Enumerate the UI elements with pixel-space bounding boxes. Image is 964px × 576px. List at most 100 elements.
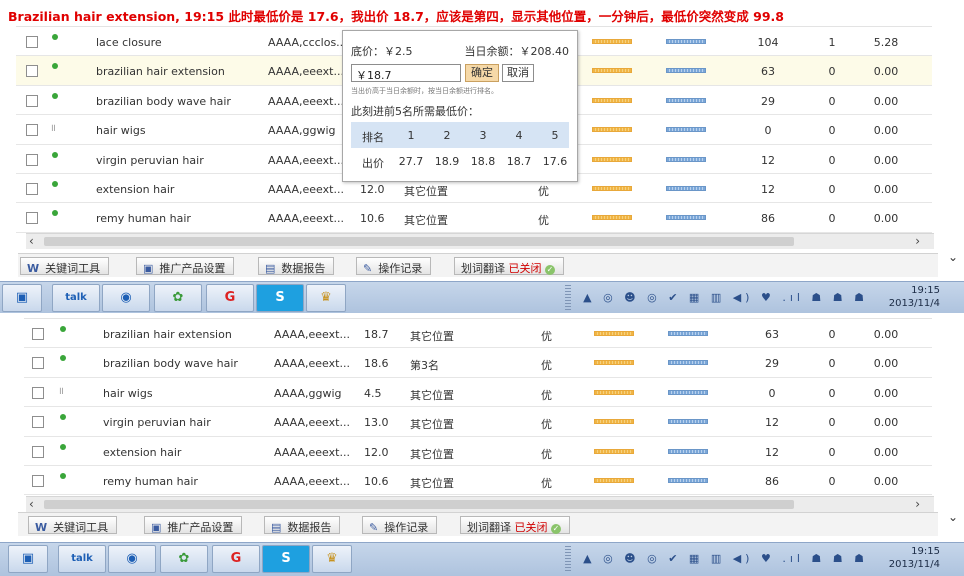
app-icon[interactable]: ▣ <box>8 545 48 573</box>
data-report-button[interactable]: ▤ 数据报告 <box>264 516 341 534</box>
data-report-label: 数据报告 <box>287 521 332 534</box>
qq-group-icon[interactable]: ✿ <box>160 545 208 573</box>
relevance-bar <box>594 419 634 425</box>
status-dot-icon[interactable] <box>60 414 66 421</box>
keyword: brazilian hair extension <box>96 65 225 79</box>
row-checkbox[interactable] <box>26 212 38 225</box>
impressions-value: 12 <box>765 416 779 430</box>
status-dot-icon[interactable] <box>52 151 58 158</box>
table-row[interactable]: remy human hair AAAA,eeext... 10.6 其它位置 优 86 0… <box>16 203 932 233</box>
scroll-left-icon[interactable]: ‹ <box>29 497 34 511</box>
impressions-value: 29 <box>761 94 775 108</box>
status-dot-icon[interactable] <box>52 63 58 70</box>
status-dot-icon[interactable] <box>60 326 66 332</box>
bid-value[interactable]: 12.0 <box>360 183 385 196</box>
paused-icon[interactable]: ॥ <box>58 383 65 397</box>
row-checkbox[interactable] <box>32 357 44 370</box>
rank-position: 其它位置 <box>404 214 448 228</box>
horizontal-scrollbar[interactable]: ‹ › <box>26 233 934 249</box>
status-dot-icon[interactable] <box>52 92 58 99</box>
messenger-icon[interactable]: ◉ <box>108 545 156 573</box>
bid-input[interactable]: ￥18.7 <box>351 64 461 82</box>
table-row[interactable]: ॥ hair wigs AAAA,ggwig 4.5 其它位置 优 0 0 0.00 <box>24 378 932 408</box>
row-checkbox[interactable] <box>32 445 44 458</box>
skype-icon[interactable]: S <box>262 545 310 573</box>
system-tray[interactable]: ▲ ◎ ☻ ◎ ✔ ▦ ▥ ◀) ♥ .ıl ☗ ☗ ☗ <box>583 291 868 304</box>
table-row[interactable]: brazilian hair extension AAAA,eeext... 18.… <box>24 319 932 349</box>
taskbar-grip[interactable] <box>565 546 571 572</box>
bid-value[interactable]: 4.5 <box>364 387 382 400</box>
confirm-button[interactable]: 确定 <box>465 64 499 82</box>
translate-toggle[interactable]: 划词翻译 已关闭 ✓ <box>454 257 564 275</box>
bottom-panel: brazilian hair extension AAAA,eeext... 18.… <box>0 314 964 576</box>
cost-value: 0.00 <box>873 182 899 196</box>
status-dot-icon[interactable] <box>60 355 66 362</box>
translate-state: 已关闭 <box>508 262 542 275</box>
relevance-bar <box>592 39 632 44</box>
row-checkbox[interactable] <box>32 474 44 487</box>
operation-log-button[interactable]: ✎ 操作记录 <box>356 257 432 275</box>
clock[interactable]: 19:15 2013/11/4 <box>889 545 940 571</box>
status-dot-icon[interactable] <box>52 210 58 217</box>
buddha-icon[interactable]: ♛ <box>306 284 346 312</box>
ad-group: AAAA,eeext... <box>268 212 344 226</box>
row-checkbox[interactable] <box>26 153 38 166</box>
row-checkbox[interactable] <box>26 94 38 107</box>
cost-value: 0.00 <box>873 474 899 488</box>
bid-value[interactable]: 12.0 <box>364 446 389 459</box>
chevron-down-icon[interactable]: ⌄ <box>948 510 958 524</box>
translate-toggle[interactable]: 划词翻译 已关闭 ✓ <box>460 516 570 534</box>
table-row[interactable]: extension hair AAAA,eeext... 12.0 其它位置 优 12 0 0… <box>24 437 932 466</box>
scroll-left-icon[interactable]: ‹ <box>29 234 34 248</box>
product-settings-button[interactable]: ▣ 推广产品设置 <box>144 516 243 534</box>
qq-group-icon[interactable]: ✿ <box>154 284 202 312</box>
bid-value[interactable]: 10.6 <box>360 212 385 225</box>
chevron-down-icon[interactable]: ⌄ <box>948 250 958 264</box>
clicks-value: 0 <box>828 445 836 459</box>
skype-icon[interactable]: S <box>256 284 304 312</box>
cancel-button[interactable]: 取消 <box>502 64 534 82</box>
bid-value[interactable]: 18.6 <box>364 357 389 370</box>
product-settings-button[interactable]: ▣ 推广产品设置 <box>136 257 235 275</box>
red-g-icon[interactable]: G <box>206 284 254 312</box>
messenger-icon[interactable]: ◉ <box>102 284 150 312</box>
operation-log-button[interactable]: ✎ 操作记录 <box>362 516 438 534</box>
bid-value[interactable]: 18.7 <box>364 328 389 341</box>
status-dot-icon[interactable] <box>60 443 66 450</box>
clock[interactable]: 19:15 2013/11/4 <box>889 284 940 310</box>
taskbar-grip[interactable] <box>565 285 571 311</box>
bid-value[interactable]: 10.6 <box>364 475 389 488</box>
scroll-thumb[interactable] <box>44 237 794 246</box>
keyword-tool-button[interactable]: W 关键词工具 <box>28 516 118 534</box>
scroll-right-icon[interactable]: › <box>915 497 920 511</box>
keyword-tool-label: 关键词工具 <box>53 521 109 534</box>
scroll-thumb[interactable] <box>44 500 794 509</box>
table-row[interactable]: brazilian body wave hair AAAA,eeext... 18.… <box>24 348 932 378</box>
system-tray[interactable]: ▲ ◎ ☻ ◎ ✔ ▦ ▥ ◀) ♥ .ıl ☗ ☗ ☗ <box>583 552 868 565</box>
status-dot-icon[interactable] <box>52 180 58 187</box>
talk-icon[interactable]: talk <box>58 545 106 573</box>
table-row[interactable]: virgin peruvian hair AAAA,eeext... 13.0 其它位… <box>24 407 932 437</box>
row-checkbox[interactable] <box>26 36 38 48</box>
clicks-value: 0 <box>828 153 836 167</box>
horizontal-scrollbar[interactable]: ‹ › <box>26 496 934 512</box>
table-row[interactable]: remy human hair AAAA,eeext... 10.6 其它位置 优 86 0… <box>24 466 932 496</box>
paused-icon[interactable]: ॥ <box>50 120 57 134</box>
keyword-tool-button[interactable]: W 关键词工具 <box>20 257 110 275</box>
row-checkbox[interactable] <box>32 328 44 340</box>
red-g-icon[interactable]: G <box>212 545 260 573</box>
row-checkbox[interactable] <box>32 416 44 429</box>
row-checkbox[interactable] <box>26 182 38 195</box>
row-checkbox[interactable] <box>26 65 38 78</box>
status-dot-icon[interactable] <box>52 34 58 40</box>
bid-value[interactable]: 13.0 <box>364 416 389 429</box>
row-checkbox[interactable] <box>32 386 44 399</box>
app-icon[interactable]: ▣ <box>2 284 42 312</box>
status-dot-icon[interactable] <box>60 472 66 479</box>
row-checkbox[interactable] <box>26 124 38 137</box>
talk-icon[interactable]: talk <box>52 284 100 312</box>
scroll-right-icon[interactable]: › <box>915 234 920 248</box>
relevance-bar <box>594 360 634 366</box>
buddha-icon[interactable]: ♛ <box>312 545 352 573</box>
data-report-button[interactable]: ▤ 数据报告 <box>258 257 335 275</box>
